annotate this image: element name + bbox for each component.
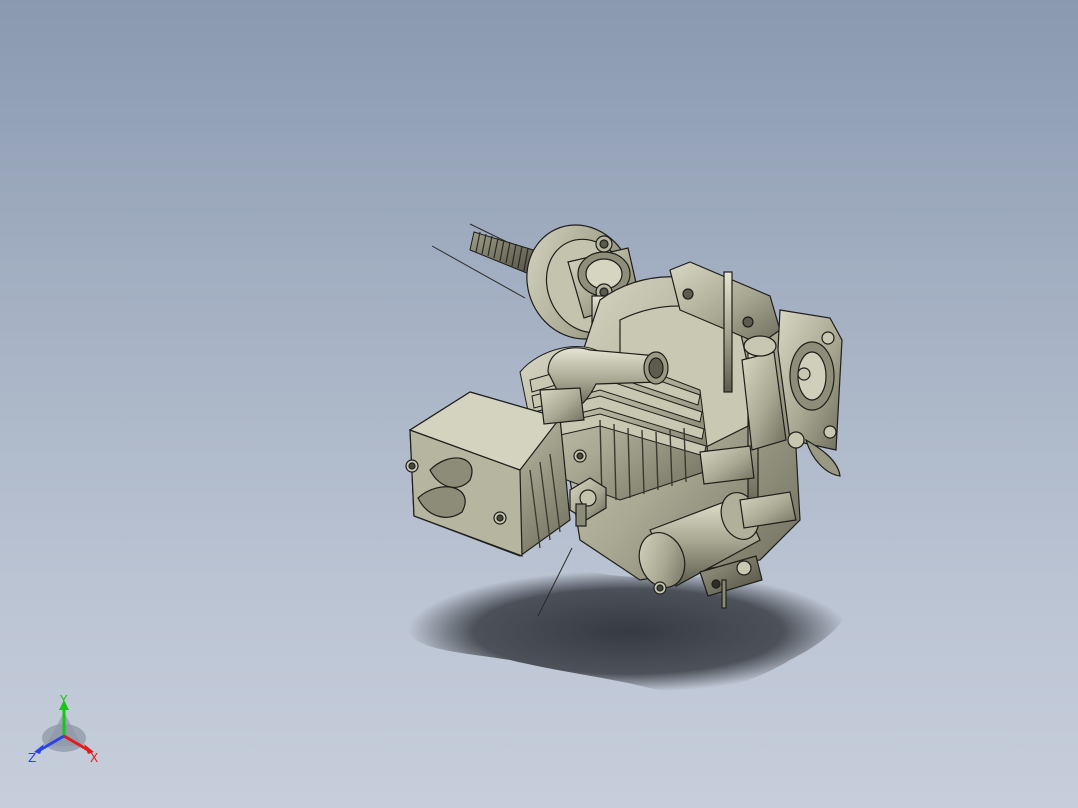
triad-z-label: Z [28, 751, 36, 765]
engine-assembly-model[interactable] [0, 0, 1078, 808]
coordinate-triad[interactable]: Y X Z [22, 692, 112, 772]
triad-x-label: X [90, 751, 98, 765]
model-shadow [408, 570, 849, 693]
graphics-viewport[interactable]: Y X Z [0, 0, 1078, 808]
triad-y-label: Y [59, 693, 68, 707]
